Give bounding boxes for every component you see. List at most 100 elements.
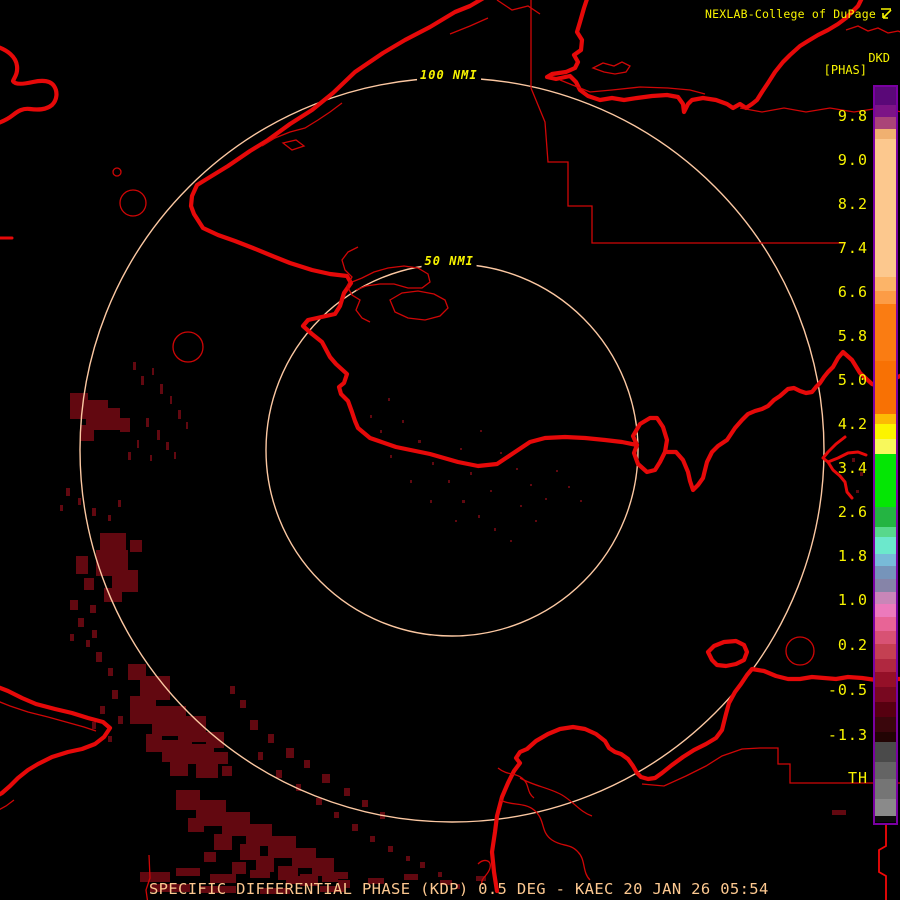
radar-echo <box>150 455 152 461</box>
color-scale-segment <box>875 439 896 454</box>
radar-echo <box>556 470 558 472</box>
color-scale-segment <box>875 129 896 139</box>
color-scale-segment <box>875 566 896 579</box>
radar-echo <box>352 824 358 831</box>
radar-echo <box>322 774 330 783</box>
radar-echo <box>118 500 121 507</box>
radar-echo <box>494 528 496 531</box>
radar-echo <box>100 706 105 714</box>
color-scale-segment <box>875 105 896 117</box>
radar-echo <box>478 515 480 518</box>
radar-echo <box>108 668 113 676</box>
radar-echo <box>186 422 188 429</box>
radar-echo <box>462 500 465 503</box>
radar-echo <box>174 452 176 459</box>
radar-echo <box>170 396 172 404</box>
boundary-layer <box>0 0 900 900</box>
radar-echo <box>832 810 846 815</box>
radar-echo <box>96 652 102 662</box>
radar-echo <box>370 836 375 842</box>
color-scale-segment <box>875 414 896 424</box>
range-ring-label: 50 NMI <box>421 254 477 268</box>
radar-echo <box>304 760 310 768</box>
radar-echo <box>84 578 94 590</box>
color-scale-segment <box>875 527 896 537</box>
radar-echo <box>120 418 130 432</box>
radar-echo <box>240 700 246 708</box>
radar-echo <box>410 480 412 483</box>
color-scale-segment <box>875 617 896 631</box>
radar-echo <box>66 488 70 496</box>
color-scale-bar <box>873 85 898 825</box>
radar-echo <box>535 520 537 522</box>
radar-echo <box>852 458 855 462</box>
color-scale-segment <box>875 732 896 742</box>
color-scale-segment <box>875 779 896 799</box>
radar-echo <box>330 872 348 879</box>
radar-echo <box>188 818 204 832</box>
range-ring <box>265 263 639 637</box>
radar-echo <box>160 384 163 394</box>
radar-echo <box>418 440 421 443</box>
radar-echo <box>137 440 139 448</box>
radar-echo <box>222 812 250 836</box>
color-scale-segments <box>875 87 896 823</box>
radar-echo <box>516 468 518 470</box>
shore-spur-west <box>0 799 15 811</box>
color-scale-segment <box>875 702 896 717</box>
corner-arrow-icon <box>881 8 892 19</box>
radar-echo <box>232 862 246 874</box>
radar-echo <box>390 455 392 458</box>
radar-echo <box>157 430 160 440</box>
shore-detail-north-3 <box>591 61 631 75</box>
radar-echo <box>258 752 263 760</box>
delta-channel-3 <box>519 777 593 817</box>
radar-echo <box>856 490 859 493</box>
header: NEXLAB-College of DuPage <box>705 6 894 21</box>
radar-echo <box>276 770 282 778</box>
radar-echo <box>152 368 154 375</box>
radar-echo <box>432 462 434 465</box>
radar-echo <box>80 425 94 441</box>
radar-echo <box>141 376 144 385</box>
coastline-layer <box>0 0 900 894</box>
radar-echo <box>146 734 162 752</box>
radar-echo <box>430 500 432 503</box>
radar-echo <box>92 508 96 516</box>
river-fork-east <box>821 435 868 464</box>
lake-circle-3 <box>172 331 204 363</box>
radar-display: NEXLAB-College of DuPage DKD [PHAS] 9.8 9… <box>0 0 900 900</box>
color-scale-segment <box>875 87 896 105</box>
lake-circle-1 <box>119 189 147 217</box>
radar-echo <box>162 740 192 762</box>
color-scale-segment <box>875 579 896 592</box>
radar-map <box>0 0 900 900</box>
radar-echo <box>128 452 131 460</box>
radar-echo <box>580 500 582 502</box>
radar-echo <box>268 734 274 743</box>
radar-echo <box>388 846 393 852</box>
color-scale-segment <box>875 139 896 277</box>
shore-detail-nw-1 <box>496 0 541 15</box>
radar-echo <box>104 408 120 430</box>
island-northwest <box>0 45 59 125</box>
radar-echo <box>146 418 149 427</box>
radar-echo <box>388 398 390 401</box>
color-scale-segment <box>875 117 896 129</box>
color-scale-segment <box>875 644 896 659</box>
color-scale-segment <box>875 762 896 779</box>
site-title: NEXLAB-College of DuPage <box>705 6 876 21</box>
product-unit-label: DKD <box>868 51 890 65</box>
radar-echo <box>268 836 296 858</box>
color-scale-segment <box>875 604 896 617</box>
color-scale-segment <box>875 277 896 291</box>
radar-echo <box>204 852 216 862</box>
radar-echo <box>250 870 270 878</box>
radar-echo <box>545 498 547 500</box>
color-scale-segment <box>875 816 896 822</box>
radar-echo <box>470 472 472 475</box>
color-scale-segment <box>875 424 896 439</box>
radar-echo <box>70 634 74 641</box>
lake-circle-4 <box>785 636 815 666</box>
color-scale-segment <box>875 554 896 566</box>
